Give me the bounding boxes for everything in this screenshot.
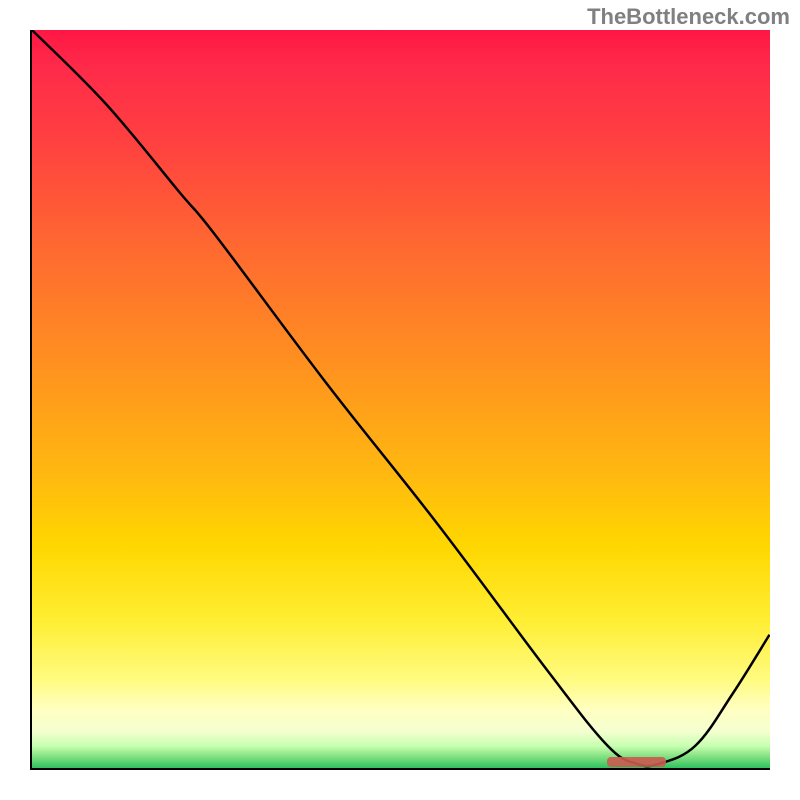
- watermark-text: TheBottleneck.com: [587, 4, 790, 30]
- bottleneck-curve: [32, 30, 770, 766]
- optimum-range-marker: [607, 757, 666, 767]
- chart-svg: [32, 30, 770, 768]
- chart-area: [30, 30, 770, 770]
